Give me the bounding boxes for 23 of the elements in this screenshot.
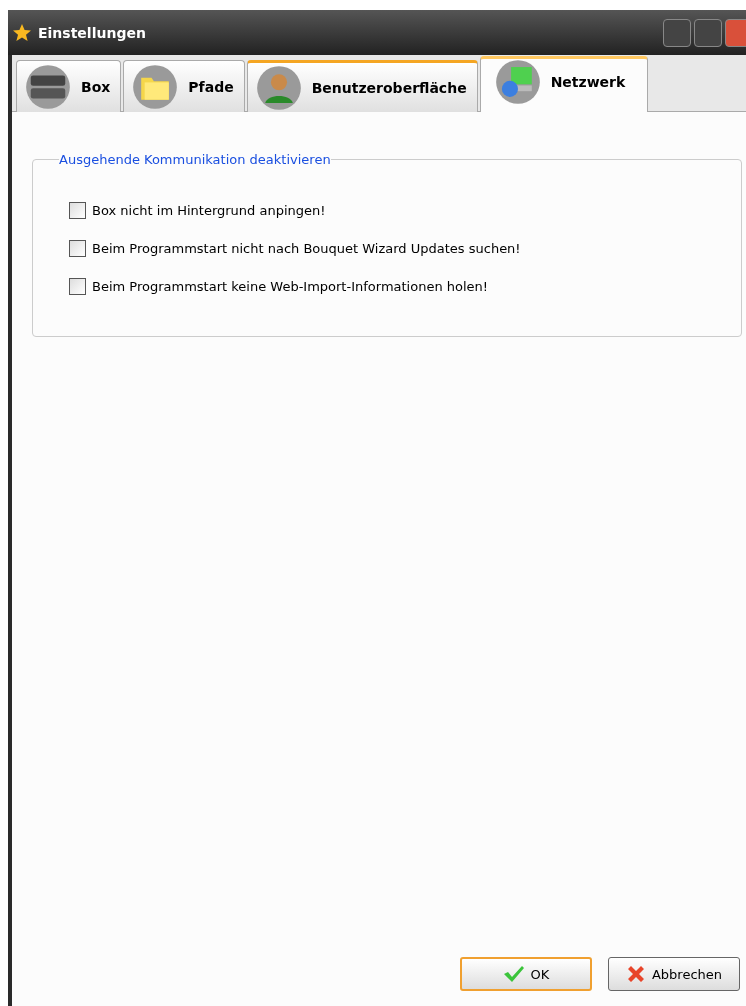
person-icon	[255, 64, 302, 111]
tab[interactable]: Benutzeroberfläche	[246, 60, 478, 112]
computer-icon	[494, 58, 541, 105]
close-button[interactable]	[725, 18, 746, 47]
checkbox[interactable]	[69, 202, 86, 219]
tab[interactable]: Box	[16, 60, 122, 112]
ok-button[interactable]: OK	[460, 957, 592, 991]
cancel-button[interactable]: Abbrechen	[608, 957, 740, 991]
folder-icon	[132, 63, 179, 110]
group-title: Ausgehende Kommunikation deaktivieren	[59, 152, 331, 167]
tab[interactable]: Pfade	[123, 60, 245, 112]
checkmark-icon	[502, 965, 525, 983]
minimize-button[interactable]	[663, 18, 691, 47]
star-icon	[12, 22, 32, 43]
checkbox[interactable]	[69, 240, 86, 257]
checkbox[interactable]	[69, 278, 86, 295]
checkbox-label: Beim Programmstart nicht nach Bouquet Wizard Updates suchen!	[92, 241, 521, 256]
device-icon	[25, 63, 71, 110]
checkbox-label: Box nicht im Hintergrund anpingen!	[92, 203, 326, 218]
tab[interactable]: Netzwerk	[479, 56, 649, 112]
window-title: Einstellungen	[38, 24, 146, 41]
maximize-button[interactable]	[694, 18, 722, 47]
checkbox-label: Beim Programmstart keine Web-Import-Informationen holen!	[92, 279, 489, 294]
